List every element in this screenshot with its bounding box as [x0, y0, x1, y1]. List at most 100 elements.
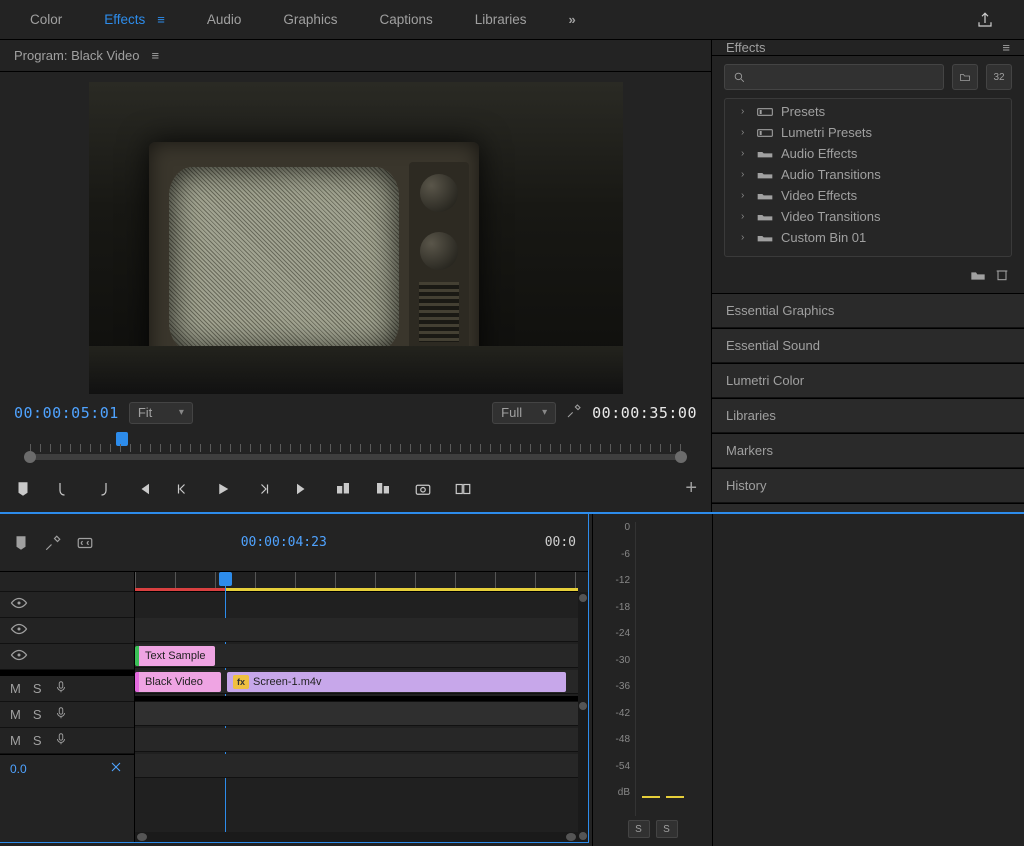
- audio-track-header-a2[interactable]: M S: [0, 702, 134, 728]
- workspace-menu-icon[interactable]: ≡: [157, 12, 165, 27]
- workspace-overflow-icon[interactable]: »: [569, 12, 576, 27]
- accordion-history[interactable]: History: [712, 468, 1024, 503]
- program-viewer[interactable]: [0, 72, 711, 394]
- audio-track-header-a1[interactable]: M S: [0, 676, 134, 702]
- effects-folder-presets[interactable]: › Presets: [737, 101, 999, 122]
- effects-search-field[interactable]: [724, 64, 944, 90]
- workspace-tab-effects[interactable]: Effects: [104, 12, 145, 27]
- snap-icon[interactable]: [108, 761, 124, 776]
- timeline-wrench-icon[interactable]: [44, 534, 62, 552]
- program-panel-menu-icon[interactable]: ≡: [152, 48, 160, 63]
- mute-button[interactable]: M: [10, 681, 21, 696]
- program-scrubber[interactable]: [0, 432, 711, 471]
- workspace-tab-audio[interactable]: Audio: [207, 12, 242, 27]
- workspace-tab-graphics[interactable]: Graphics: [283, 12, 337, 27]
- meter-solo-left-button[interactable]: S: [628, 820, 650, 838]
- accordion-essential-sound[interactable]: Essential Sound: [712, 328, 1024, 363]
- effects-folder-video-effects[interactable]: › Video Effects: [737, 185, 999, 206]
- chevron-right-icon: ›: [741, 169, 749, 180]
- video-track-v3[interactable]: [135, 618, 578, 642]
- mute-button[interactable]: M: [10, 707, 21, 722]
- video-track-v1[interactable]: Black Video fx Screen-1.m4v: [135, 670, 578, 694]
- effects-folder-lumetri-presets[interactable]: › Lumetri Presets: [737, 122, 999, 143]
- mark-in-icon[interactable]: [54, 480, 72, 498]
- go-to-out-icon[interactable]: [294, 480, 312, 498]
- workspace-tab-captions[interactable]: Captions: [379, 12, 432, 27]
- side-panel-lower-empty: [712, 514, 1024, 846]
- folder-icon: [757, 232, 773, 244]
- meter-solo-right-button[interactable]: S: [656, 820, 678, 838]
- step-forward-icon[interactable]: [254, 480, 272, 498]
- play-icon[interactable]: [214, 480, 232, 498]
- transport-controls: +: [0, 471, 711, 512]
- audio-track-header-a3[interactable]: M S: [0, 728, 134, 754]
- voice-over-icon[interactable]: [54, 680, 68, 697]
- video-track-v2[interactable]: Text Sample: [135, 644, 578, 668]
- extract-icon[interactable]: [374, 480, 392, 498]
- scrubber-zoom-handle-left[interactable]: [24, 451, 36, 463]
- timeline-tracks-area[interactable]: Text Sample Black Video fx Screen-1.m4v: [135, 572, 588, 842]
- resolution-dropdown[interactable]: Full▾: [492, 402, 556, 424]
- toggle-track-output-icon[interactable]: [10, 597, 28, 612]
- video-track-header-v3[interactable]: [0, 592, 134, 618]
- accordion-libraries[interactable]: Libraries: [712, 398, 1024, 433]
- voice-over-icon[interactable]: [54, 732, 68, 749]
- folder-icon: [757, 148, 773, 160]
- accordion-essential-graphics[interactable]: Essential Graphics: [712, 293, 1024, 328]
- effects-folder-video-transitions[interactable]: › Video Transitions: [737, 206, 999, 227]
- effects-folder-audio-transitions[interactable]: › Audio Transitions: [737, 164, 999, 185]
- effects-search-input[interactable]: [752, 69, 935, 85]
- solo-button[interactable]: S: [33, 681, 42, 696]
- go-to-in-icon[interactable]: [134, 480, 152, 498]
- audio-track-a2[interactable]: [135, 728, 578, 752]
- effects-tree: › Presets › Lumetri Presets › Audio Effe…: [724, 98, 1012, 257]
- mute-button[interactable]: M: [10, 733, 21, 748]
- workspace-tab-color[interactable]: Color: [30, 12, 62, 27]
- effects-folder-audio-effects[interactable]: › Audio Effects: [737, 143, 999, 164]
- accordion-lumetri-color[interactable]: Lumetri Color: [712, 363, 1024, 398]
- accordion-markers[interactable]: Markers: [712, 433, 1024, 468]
- audio-meter[interactable]: 0 -6 -12 -18 -24 -30 -36 -42 -48 -54 dB: [635, 522, 706, 816]
- voice-over-icon[interactable]: [54, 706, 68, 723]
- timeline-vertical-scrollbar[interactable]: [578, 592, 588, 842]
- effects-folder-custom-bin[interactable]: › Custom Bin 01: [737, 227, 999, 248]
- mark-out-icon[interactable]: [94, 480, 112, 498]
- scrubber-zoom-handle-right[interactable]: [675, 451, 687, 463]
- effects-panel-menu-icon[interactable]: ≡: [1002, 40, 1010, 55]
- timeline-zoom-value[interactable]: 0.0: [10, 762, 27, 776]
- clip-text-sample[interactable]: Text Sample: [135, 646, 215, 666]
- solo-button[interactable]: S: [33, 707, 42, 722]
- search-icon: [733, 71, 746, 84]
- export-frame-icon[interactable]: [414, 480, 432, 498]
- timeline-playhead-timecode[interactable]: 00:00:04:23: [241, 535, 327, 550]
- comparison-view-icon[interactable]: [454, 480, 472, 498]
- new-bin-icon[interactable]: [970, 269, 986, 283]
- clip-black-video[interactable]: Black Video: [135, 672, 221, 692]
- folder-icon: [757, 169, 773, 181]
- audio-track-a3[interactable]: [135, 754, 578, 778]
- current-timecode[interactable]: 00:00:05:01: [14, 404, 119, 422]
- timeline-end-label: 00:0: [545, 535, 576, 550]
- export-icon[interactable]: [976, 11, 994, 29]
- closed-captions-icon[interactable]: [76, 534, 94, 552]
- toggle-track-output-icon[interactable]: [10, 623, 28, 638]
- workspace-tab-libraries[interactable]: Libraries: [475, 12, 527, 27]
- step-back-icon[interactable]: [174, 480, 192, 498]
- button-editor-plus-icon[interactable]: +: [685, 477, 697, 500]
- video-track-header-v1[interactable]: [0, 644, 134, 670]
- filter-button[interactable]: 32: [986, 64, 1012, 90]
- add-marker-icon[interactable]: [14, 480, 32, 498]
- toggle-track-output-icon[interactable]: [10, 649, 28, 664]
- timeline-marker-icon[interactable]: [12, 534, 30, 552]
- new-custom-bin-button[interactable]: [952, 64, 978, 90]
- lift-icon[interactable]: [334, 480, 352, 498]
- clip-screen-1[interactable]: fx Screen-1.m4v: [227, 672, 566, 692]
- video-track-header-v2[interactable]: [0, 618, 134, 644]
- delete-icon[interactable]: [994, 269, 1010, 283]
- settings-wrench-icon[interactable]: [566, 403, 582, 422]
- solo-button[interactable]: S: [33, 733, 42, 748]
- zoom-dropdown[interactable]: Fit▾: [129, 402, 193, 424]
- presets-icon: [757, 106, 773, 118]
- timeline-horizontal-scrollbar[interactable]: [135, 832, 578, 842]
- audio-track-a1[interactable]: [135, 702, 578, 726]
